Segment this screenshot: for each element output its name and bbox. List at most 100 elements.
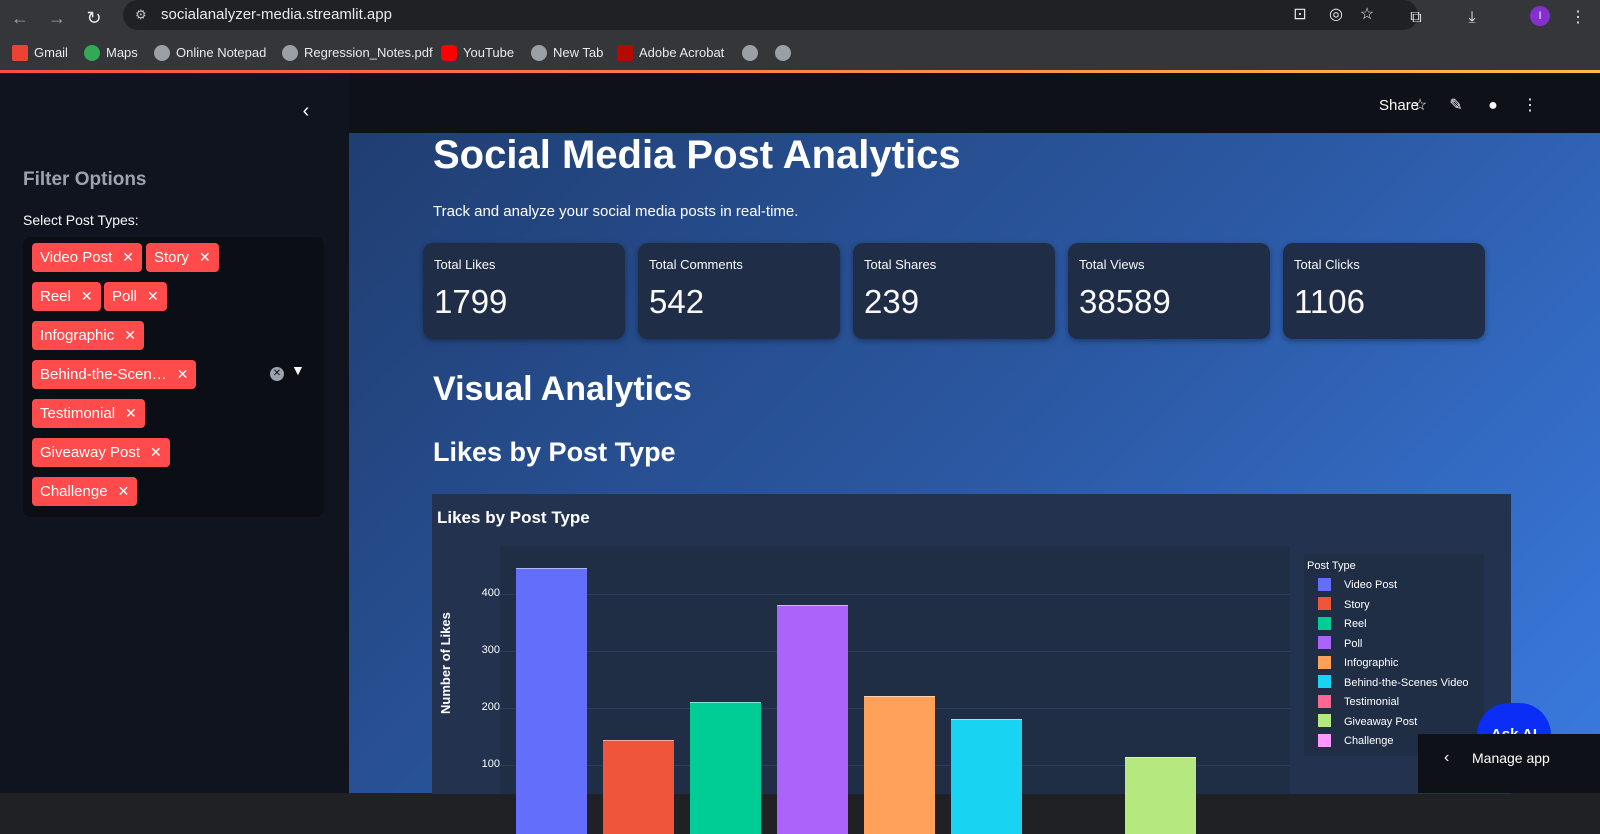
bookmark-star-icon[interactable]: ☆ [1355,3,1379,27]
metric-value: 239 [864,283,920,320]
chart-bar-story[interactable] [603,740,674,834]
chart-y-tick-label: 100 [481,758,500,770]
browser-menu-icon[interactable]: ⋮ [1566,6,1590,30]
chart-bar-giveaway-post[interactable] [1125,757,1196,834]
chart-bar-poll[interactable] [777,605,848,834]
remove-tag-icon[interactable]: ✕ [125,405,137,421]
legend-swatch [1318,675,1331,689]
profile-avatar[interactable]: I [1530,6,1550,26]
legend-label: Testimonial [1344,696,1400,708]
chart-gridline [500,651,1290,652]
youtube-icon [441,44,457,61]
remove-tag-icon[interactable]: ✕ [122,249,134,265]
legend-swatch [1318,597,1331,611]
metric-label: Total Clicks [1294,257,1360,272]
github-icon[interactable]: ● [1482,95,1504,117]
bookmark-adobe-acrobat[interactable]: Adobe Acrobat [617,43,724,63]
chart-bar-video-post[interactable] [516,567,587,834]
remove-tag-icon[interactable]: ✕ [177,366,189,382]
tag-reel[interactable]: Reel ✕ [32,282,101,311]
remove-tag-icon[interactable]: ✕ [81,288,93,304]
manage-app-button[interactable]: ‹ Manage app [1418,734,1600,793]
site-settings-icon[interactable]: ⚙ [135,7,151,23]
tag-giveaway-post[interactable]: Giveaway Post ✕ [32,438,170,467]
bookmark-new-tab[interactable]: New Tab [531,43,603,63]
tag-story[interactable]: Story ✕ [146,243,219,272]
remove-tag-icon[interactable]: ✕ [147,288,159,304]
legend-swatch [1318,655,1331,669]
legend-label: Infographic [1344,657,1399,669]
tag-poll[interactable]: Poll ✕ [104,282,167,311]
edit-pencil-icon[interactable]: ✎ [1445,95,1467,117]
clear-all-icon[interactable]: ✕ [270,367,284,381]
legend-item[interactable]: Challenge [1318,732,1394,750]
bookmark-youtube[interactable]: YouTube [441,43,514,63]
bookmark-gmail[interactable]: Gmail [12,43,68,63]
bookmark-online-notepad[interactable]: Online Notepad [154,43,266,63]
chart-y-axis-label: Number of Likes [438,612,453,714]
chart-gridline [500,594,1290,595]
remove-tag-icon[interactable]: ✕ [118,483,130,499]
back-icon[interactable]: ← [6,4,34,32]
section-title-visual-analytics: Visual Analytics [433,370,692,408]
tag-video-post[interactable]: Video Post ✕ [32,243,143,272]
chart-bar-infographic[interactable] [864,696,935,834]
manage-app-label: Manage app [1472,750,1550,766]
chevron-down-icon[interactable]: ▼ [291,362,305,378]
legend-item[interactable]: Behind-the-Scenes Video [1318,674,1469,692]
collapse-sidebar-icon[interactable]: ‹ [292,97,320,125]
select-post-types-label: Select Post Types: [23,212,139,228]
address-bar[interactable]: ⚙ socialanalyzer-media.streamlit.app ⊡ ◎… [123,0,1418,30]
chart-y-tick-label: 300 [481,644,500,656]
legend-swatch [1318,733,1331,747]
download-icon[interactable]: ⤓ [1460,6,1484,30]
install-app-icon[interactable]: ⊡ [1288,3,1312,27]
reload-icon[interactable]: ↻ [80,4,108,32]
tag-challenge[interactable]: Challenge ✕ [32,477,138,506]
legend-swatch [1318,616,1331,630]
bookmark-globe-1[interactable] [742,43,764,63]
hide-eye-icon[interactable]: ◎ [1324,3,1348,27]
chevron-left-icon: ‹ [1444,749,1450,766]
chart-legend[interactable]: Post Type Video Post Story Reel Poll Infogra… [1304,554,1484,756]
forward-icon[interactable]: → [43,4,71,32]
chart-bar-reel[interactable] [690,701,761,834]
legend-item[interactable]: Testimonial [1318,693,1399,711]
globe-icon [282,44,298,61]
section-title-likes-by-post-type: Likes by Post Type [433,437,676,467]
chart-y-tick-label: 400 [481,587,500,599]
legend-item[interactable]: Reel [1318,615,1367,633]
legend-label: Video Post [1344,579,1398,591]
bookmark-maps[interactable]: Maps [84,43,138,63]
metric-card-shares: Total Shares 239 [853,243,1055,339]
extensions-icon[interactable]: ⧉ [1404,6,1428,30]
likes-chart[interactable]: Likes by Post Type Number of Likes Post … [432,494,1511,834]
gmail-icon [12,44,28,61]
bookmark-regression-notes[interactable]: Regression_Notes.pdf [282,43,433,63]
bookmark-globe-2[interactable] [775,43,797,63]
legend-label: Story [1344,598,1370,611]
post-type-multiselect[interactable]: Video Post ✕ Story ✕ Reel ✕ Poll ✕ Infograph… [23,237,324,517]
main-content: Share ☆ ✎ ● ⋮ Social Media Post Analytic… [349,73,1600,834]
tag-testimonial[interactable]: Testimonial ✕ [32,399,145,428]
legend-item[interactable]: Story [1318,596,1370,614]
chart-plot-area[interactable] [500,546,1290,834]
legend-swatch [1318,694,1331,708]
tag-infographic[interactable]: Infographic ✕ [32,321,144,350]
legend-item[interactable]: Infographic [1318,654,1398,672]
legend-item[interactable]: Giveaway Post [1318,713,1417,731]
legend-label: Challenge [1344,735,1394,747]
legend-item[interactable]: Video Post [1318,576,1397,594]
legend-title: Post Type [1307,560,1356,572]
legend-item[interactable]: Poll [1318,635,1362,653]
remove-tag-icon[interactable]: ✕ [124,327,136,343]
filter-title: Filter Options [23,169,147,190]
more-menu-icon[interactable]: ⋮ [1519,95,1541,117]
remove-tag-icon[interactable]: ✕ [150,444,162,460]
url-text[interactable]: socialanalyzer-media.streamlit.app [161,6,392,23]
globe-icon [775,44,791,61]
chart-bar-behind-the-scenes-video[interactable] [951,719,1022,834]
remove-tag-icon[interactable]: ✕ [199,249,211,265]
tag-behind-the-scenes[interactable]: Behind-the-Scen… ✕ [32,360,197,389]
star-icon[interactable]: ☆ [1409,95,1431,117]
